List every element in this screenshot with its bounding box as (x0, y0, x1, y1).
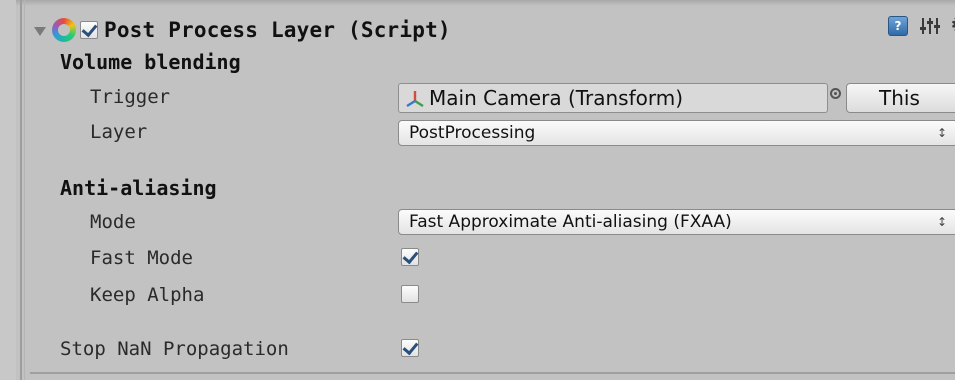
panel-bottom-divider (30, 372, 955, 374)
inspector-panel: Post Process Layer (Script) ? ⚙ Volume b… (0, 0, 955, 380)
component-header[interactable]: Post Process Layer (Script) (34, 12, 451, 48)
anti-aliasing-header: Anti-aliasing (60, 176, 217, 200)
mode-label: Mode (90, 211, 136, 233)
panel-top-edge (0, 0, 955, 6)
help-book-icon[interactable]: ? (888, 16, 908, 36)
stop-nan-label: Stop NaN Propagation (60, 338, 289, 360)
trigger-label: Trigger (90, 86, 171, 108)
trigger-object-field[interactable]: Main Camera (Transform) (398, 83, 828, 113)
post-process-ring-icon (52, 18, 76, 42)
gutter-divider (20, 0, 22, 380)
dropdown-arrows-icon: ↕ (937, 215, 948, 229)
trigger-object-value: Main Camera (Transform) (429, 86, 684, 110)
dropdown-arrows-icon: ↕ (937, 126, 948, 140)
gear-icon[interactable]: ⚙ (950, 16, 955, 36)
mode-dropdown[interactable]: Fast Approximate Anti-aliasing (FXAA) ↕ (398, 209, 955, 235)
mode-dropdown-value: Fast Approximate Anti-aliasing (FXAA) (409, 212, 732, 232)
component-header-icons: ? ⚙ (888, 16, 955, 36)
stop-nan-checkbox[interactable] (401, 339, 419, 357)
layer-dropdown[interactable]: PostProcessing ↕ (398, 120, 955, 146)
fast-mode-checkbox[interactable] (401, 248, 419, 266)
component-title: Post Process Layer (Script) (104, 18, 451, 42)
gutter-divider-light (24, 0, 25, 380)
object-picker-icon[interactable] (830, 88, 841, 99)
keep-alpha-label: Keep Alpha (90, 284, 205, 306)
volume-blending-header: Volume blending (60, 50, 241, 74)
layer-label: Layer (90, 121, 148, 143)
fast-mode-label: Fast Mode (90, 247, 193, 269)
transform-icon (405, 88, 425, 108)
inspector-gutter (0, 0, 16, 380)
layer-dropdown-value: PostProcessing (409, 123, 536, 143)
foldout-arrow-icon[interactable] (34, 26, 46, 36)
this-button[interactable]: This (846, 83, 955, 113)
keep-alpha-checkbox[interactable] (401, 285, 419, 303)
component-enabled-checkbox[interactable] (80, 21, 98, 39)
presets-sliders-icon[interactable] (920, 16, 940, 36)
